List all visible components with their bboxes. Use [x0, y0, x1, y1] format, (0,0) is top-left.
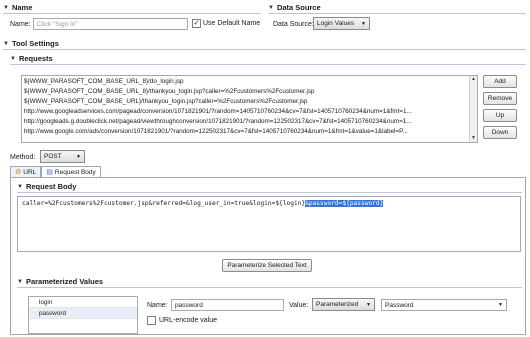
- data-source-label: Data Source:: [273, 21, 314, 28]
- collapse-triangle-icon: ▼: [10, 55, 16, 62]
- remove-button[interactable]: Remove: [483, 92, 517, 105]
- collapse-triangle-icon: ▼: [268, 4, 274, 11]
- requests-section-title: Requests: [18, 54, 53, 63]
- name-section-header[interactable]: ▼ Name: [3, 3, 32, 12]
- chevron-down-icon: ▼: [76, 153, 81, 160]
- data-source-section-rule: [268, 13, 526, 14]
- parameter-list-item[interactable]: login: [29, 297, 137, 308]
- request-body-textarea[interactable]: caller=%2Fcustomers%2Fcustomer.jsp&refer…: [17, 196, 521, 252]
- parameterized-values-title: Parameterized Values: [25, 277, 104, 286]
- scroll-up-icon[interactable]: ▲: [470, 76, 477, 83]
- tool-settings-title: Tool Settings: [11, 39, 59, 48]
- name-input[interactable]: Click "Sign In": [33, 18, 188, 30]
- collapse-triangle-icon: ▼: [3, 40, 9, 47]
- requests-section-rule: [10, 64, 526, 65]
- data-source-value: Login Values: [317, 20, 355, 27]
- param-value-mode-combo[interactable]: Parameterized ▼: [312, 298, 375, 311]
- name-section-rule: [3, 13, 261, 14]
- request-list-item[interactable]: ${WWW_PARASOFT_COM_BASE_URL}/thankyou_lo…: [22, 97, 477, 107]
- parameter-list-item[interactable]: password: [29, 308, 137, 319]
- data-source-combo[interactable]: Login Values ▼: [313, 17, 370, 30]
- parameterized-values-header[interactable]: ▼ Parameterized Values: [17, 277, 103, 286]
- tab-url[interactable]: ⚙ URL: [10, 166, 42, 177]
- name-label: Name:: [10, 21, 31, 28]
- method-combo[interactable]: POST ▼: [40, 150, 85, 163]
- globe-icon: ⚙: [15, 169, 22, 176]
- request-list-item[interactable]: ${WWW_PARASOFT_COM_BASE_URL_8}/do_login.…: [22, 77, 477, 87]
- tab-request-body-label: Request Body: [54, 168, 96, 176]
- request-list-item[interactable]: ${WWW_PARASOFT_COM_BASE_URL_8}/thankyou_…: [22, 87, 477, 97]
- check-icon: ✓: [192, 19, 201, 28]
- parameterize-selected-text-button[interactable]: Parameterize Selected Text: [222, 259, 312, 272]
- method-label: Method:: [10, 154, 36, 161]
- up-button[interactable]: Up: [483, 109, 517, 122]
- requests-list[interactable]: ${WWW_PARASOFT_COM_BASE_URL_8}/do_login.…: [21, 75, 478, 143]
- chevron-down-icon: ▼: [361, 20, 366, 27]
- requests-section-header[interactable]: ▼ Requests: [10, 54, 53, 63]
- name-placeholder: Click "Sign In": [37, 21, 78, 28]
- chevron-down-icon: ▼: [498, 301, 503, 308]
- collapse-triangle-icon: ▼: [17, 183, 23, 190]
- tool-settings-header[interactable]: ▼ Tool Settings: [3, 39, 59, 48]
- scroll-down-icon[interactable]: ▼: [470, 135, 477, 142]
- request-list-item[interactable]: http://googleads.g.doubleclick.net/pagea…: [22, 117, 477, 127]
- name-section-title: Name: [11, 3, 33, 12]
- param-value-label: Value:: [289, 302, 309, 309]
- url-encode-label: URL-encode value: [159, 317, 217, 324]
- request-list-item[interactable]: http://www.google.com/ads/conversion/107…: [22, 127, 477, 137]
- method-value: POST: [44, 153, 62, 160]
- param-value-column: Password: [385, 301, 414, 309]
- use-default-name-checkbox[interactable]: ✓ Use Default Name: [192, 19, 260, 28]
- parameterized-values-rule: [17, 287, 522, 288]
- collapse-triangle-icon: ▼: [17, 278, 23, 285]
- request-body-section-header[interactable]: ▼ Request Body: [17, 182, 76, 191]
- add-button[interactable]: Add: [483, 75, 517, 88]
- tab-request-body[interactable]: ▤ Request Body: [41, 166, 101, 177]
- chevron-down-icon: ▼: [366, 301, 371, 308]
- param-value-column-combo[interactable]: Password ▼: [381, 299, 507, 311]
- data-source-section-title: Data Source: [276, 3, 321, 12]
- request-tabs: ⚙ URL ▤ Request Body: [10, 166, 101, 177]
- down-button[interactable]: Down: [483, 126, 517, 139]
- request-body-text: caller=%2Fcustomers%2Fcustomer.jsp&refer…: [22, 200, 306, 207]
- param-name-input[interactable]: password: [171, 299, 284, 311]
- parameters-list[interactable]: login password: [28, 296, 138, 334]
- data-source-section-header[interactable]: ▼ Data Source: [268, 3, 321, 12]
- request-body-selected-text: &password=${password}: [305, 200, 384, 207]
- document-icon: ▤: [46, 169, 53, 176]
- request-list-item[interactable]: http://www.googleadservices.com/pagead/c…: [22, 107, 477, 117]
- param-value-mode: Parameterized: [316, 301, 359, 308]
- tool-settings-rule: [3, 49, 526, 50]
- use-default-name-label: Use Default Name: [203, 20, 261, 27]
- requests-scrollbar[interactable]: ▲ ▼: [469, 76, 477, 142]
- request-body-title: Request Body: [25, 182, 77, 191]
- request-body-rule: [17, 192, 522, 193]
- url-encode-checkbox[interactable]: URL-encode value: [147, 316, 217, 325]
- checkbox-icon: [147, 316, 156, 325]
- tab-url-label: URL: [23, 168, 37, 176]
- param-name-label: Name:: [147, 302, 168, 309]
- collapse-triangle-icon: ▼: [3, 4, 9, 11]
